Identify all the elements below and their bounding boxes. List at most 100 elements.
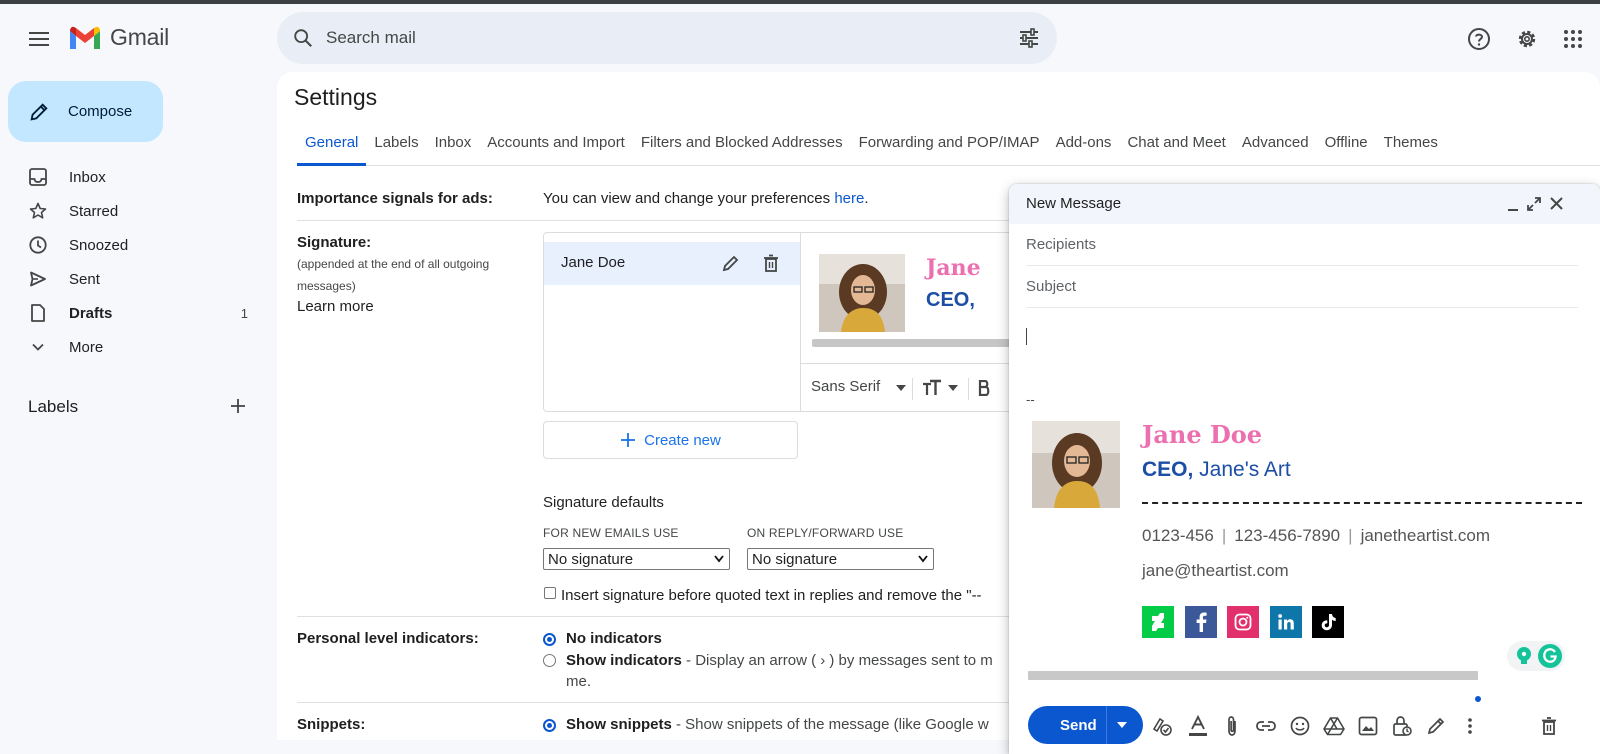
google-drive-icon[interactable] — [1322, 714, 1346, 738]
importance-suffix: . — [864, 190, 869, 207]
nav-item-inbox[interactable]: Inbox — [0, 161, 256, 193]
signature-preview-title: CEO, — [926, 289, 975, 311]
search-options-icon[interactable] — [1017, 26, 1041, 50]
help-icon[interactable] — [1462, 22, 1496, 56]
send-button[interactable]: Send — [1028, 706, 1143, 744]
recipients-input[interactable] — [1026, 236, 1578, 253]
create-new-signature-button[interactable]: Create new — [543, 421, 798, 459]
more-options-icon[interactable] — [1458, 714, 1482, 738]
show-indicators-desc-cont: me. — [566, 673, 592, 690]
no-indicators-label: No indicators — [566, 630, 662, 647]
tab-addons[interactable]: Add-ons — [1048, 130, 1120, 166]
signature-phone2: 123-456-7890 — [1234, 526, 1341, 545]
subject-field[interactable] — [1026, 266, 1578, 308]
nav-label: Snoozed — [69, 236, 129, 254]
deviantart-icon[interactable] — [1142, 606, 1174, 638]
bold-icon[interactable] — [978, 380, 990, 396]
tab-offline[interactable]: Offline — [1317, 130, 1376, 166]
signature-pen-icon[interactable] — [1424, 714, 1448, 738]
close-icon[interactable] — [1550, 197, 1563, 210]
compose-horizontal-scrollbar[interactable] — [1028, 671, 1478, 680]
plus-icon — [621, 433, 636, 447]
insert-signature-checkbox[interactable] — [544, 587, 556, 599]
confidential-mode-icon[interactable] — [1390, 714, 1414, 738]
compose-button[interactable]: Compose — [8, 81, 163, 142]
new-emails-select[interactable]: No signature — [543, 548, 730, 570]
tab-labels[interactable]: Labels — [366, 130, 426, 166]
caret-down-icon[interactable] — [896, 385, 906, 391]
gmail-m-icon — [70, 26, 100, 49]
lightbulb-icon[interactable] — [1515, 646, 1533, 666]
search-icon[interactable] — [292, 27, 314, 49]
labels-heading: Labels — [28, 397, 79, 416]
nav-label: More — [69, 338, 104, 356]
linkedin-icon[interactable] — [1270, 606, 1302, 638]
search-bar[interactable] — [277, 12, 1057, 64]
reply-forward-select[interactable]: No signature — [747, 548, 934, 570]
signature-insert-icon[interactable] — [1150, 714, 1174, 738]
subject-input[interactable] — [1026, 278, 1578, 295]
insert-photo-icon[interactable] — [1356, 714, 1380, 738]
send-options-caret-icon[interactable] — [1116, 719, 1128, 731]
show-indicators-desc: - Display an arrow ( › ) by messages sen… — [681, 652, 993, 669]
tiktok-icon[interactable] — [1312, 606, 1344, 638]
facebook-icon[interactable] — [1185, 606, 1217, 638]
recipients-field[interactable] — [1026, 224, 1578, 266]
grammarly-icon[interactable] — [1537, 643, 1563, 669]
discard-draft-icon[interactable] — [1537, 714, 1561, 738]
main-menu-icon[interactable] — [22, 22, 56, 56]
delete-trash-icon[interactable] — [763, 254, 779, 272]
inbox-icon — [29, 168, 47, 186]
nav-item-sent[interactable]: Sent — [0, 263, 256, 295]
nav-item-snoozed[interactable]: Snoozed — [0, 229, 256, 261]
gmail-logo[interactable]: Gmail — [68, 24, 169, 51]
tab-themes[interactable]: Themes — [1376, 130, 1446, 166]
reply-forward-label: ON REPLY/FORWARD USE — [747, 526, 904, 540]
signature-dashed-divider — [1142, 502, 1582, 504]
minimize-icon[interactable] — [1507, 198, 1519, 212]
signature-website[interactable]: janetheartist.com — [1361, 526, 1490, 545]
text-format-icon[interactable] — [1186, 714, 1210, 738]
nav-item-more[interactable]: More — [0, 331, 256, 363]
nav-item-drafts[interactable]: Drafts 1 — [0, 297, 256, 329]
tab-inbox[interactable]: Inbox — [427, 130, 480, 166]
compose-header[interactable]: New Message — [1009, 184, 1600, 224]
insert-link-icon[interactable] — [1254, 714, 1278, 738]
importance-text: You can view and change your preferences… — [543, 190, 869, 207]
send-label: Send — [1060, 716, 1097, 734]
show-snippets-desc: - Show snippets of the message (like Goo… — [671, 716, 989, 733]
attach-file-icon[interactable] — [1220, 714, 1244, 738]
emoji-icon[interactable] — [1288, 714, 1312, 738]
apps-grid-icon[interactable] — [1556, 22, 1590, 56]
window-top-strip — [0, 0, 1600, 4]
grammarly-widget[interactable] — [1507, 641, 1565, 671]
preview-scrollbar[interactable] — [812, 339, 1012, 347]
importance-link[interactable]: here — [834, 190, 864, 207]
signature-label: Signature: — [297, 234, 372, 251]
tab-forwarding[interactable]: Forwarding and POP/IMAP — [851, 130, 1048, 166]
signature-list-item[interactable]: Jane Doe — [544, 242, 800, 285]
signature-separator: -- — [1026, 392, 1035, 407]
nav-label: Drafts — [69, 304, 113, 322]
show-indicators-radio[interactable] — [543, 654, 556, 667]
text-size-icon[interactable] — [922, 379, 946, 397]
signature-email[interactable]: jane@theartist.com — [1142, 561, 1289, 581]
tab-chat-meet[interactable]: Chat and Meet — [1119, 130, 1233, 166]
caret-down-icon[interactable] — [948, 385, 958, 391]
tab-filters[interactable]: Filters and Blocked Addresses — [633, 130, 851, 166]
edit-pencil-icon[interactable] — [722, 254, 740, 272]
settings-gear-icon[interactable] — [1510, 22, 1544, 56]
nav-item-starred[interactable]: Starred — [0, 195, 256, 227]
add-label-icon[interactable] — [228, 396, 248, 416]
tab-general[interactable]: General — [297, 130, 367, 166]
learn-more-link[interactable]: Learn more — [297, 298, 374, 315]
signature-company: Jane's Art — [1193, 458, 1291, 481]
no-indicators-radio[interactable] — [543, 633, 556, 646]
tab-advanced[interactable]: Advanced — [1234, 130, 1317, 166]
show-snippets-radio[interactable] — [543, 719, 556, 732]
instagram-icon[interactable] — [1227, 606, 1259, 638]
search-input[interactable] — [326, 28, 986, 48]
font-select[interactable]: Sans Serif — [811, 378, 880, 395]
tab-accounts-import[interactable]: Accounts and Import — [479, 130, 633, 166]
expand-icon[interactable] — [1527, 197, 1541, 211]
